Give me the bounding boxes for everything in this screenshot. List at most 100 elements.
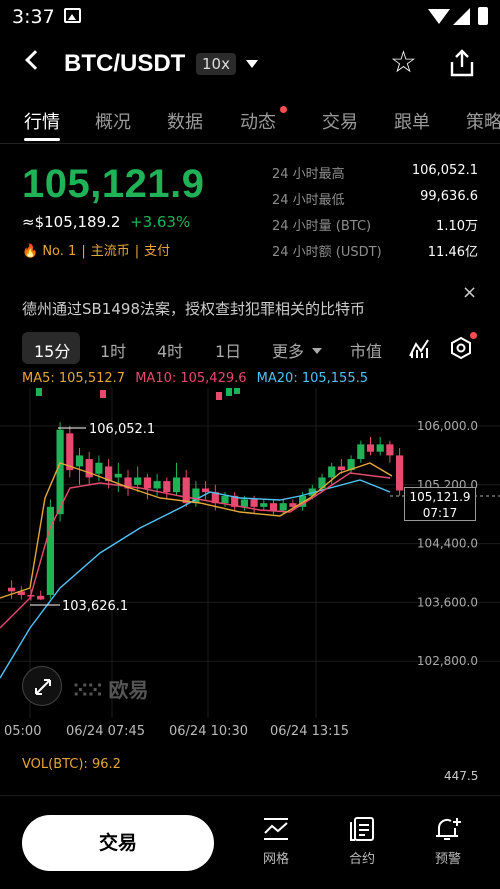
candle-body (85, 459, 93, 478)
price-change-percent: +3.63% (130, 213, 191, 231)
candle-body (250, 499, 258, 507)
trade-button[interactable]: 交易 (22, 815, 214, 871)
tab-bar: 行情 概况 数据 动态 交易 跟单 策略 (0, 98, 500, 144)
candle-body (386, 444, 394, 456)
grid-nav[interactable]: 网格 (246, 816, 306, 867)
candle-body (163, 481, 171, 493)
news-ticker[interactable]: 德州通过SB1498法案，授权查封犯罪相关的比特币 (0, 292, 500, 320)
tab-feed[interactable]: 动态 (240, 108, 276, 134)
back-arrow-icon[interactable] (25, 50, 45, 70)
contract-icon (350, 817, 374, 841)
ma5-value: MA5: 105,512.7 (22, 371, 126, 386)
candle-body (279, 503, 287, 511)
tab-data[interactable]: 数据 (167, 108, 203, 134)
24h-stats: 24 小时最高 106,052.1 24 小时最低 99,636.6 24 小时量 … (272, 163, 478, 267)
timeframe-1h[interactable]: 1时 (100, 338, 126, 362)
asset-tags: 🔥 No. 1 | 主流币 | 支付 (22, 244, 171, 259)
candle-body (172, 477, 181, 493)
futures-label: 合约 (348, 852, 375, 867)
y-tick-label: 104,400.0 (417, 537, 478, 551)
last-price-tag: 105,121.9 07:17 (404, 487, 476, 521)
ma20-value: MA20: 105,155.5 (256, 371, 368, 386)
tab-copy-trading[interactable]: 跟单 (394, 108, 430, 134)
tab-strategy[interactable]: 策略 (466, 108, 500, 134)
active-tab-indicator (24, 138, 60, 141)
tag-mainstream[interactable]: 主流币 (91, 244, 130, 259)
timeframe-more[interactable]: 更多 (272, 338, 304, 362)
tab-trade[interactable]: 交易 (322, 108, 358, 134)
candle-body (202, 488, 210, 493)
x-tick-label: 06/24 07:45 (66, 724, 146, 739)
ma-legend: MA5: 105,512.7 MA10: 105,429.6 MA20: 105… (22, 371, 368, 386)
fullscreen-button[interactable] (22, 666, 62, 706)
volume-bar (100, 390, 106, 398)
indicator-icon[interactable] (408, 336, 432, 360)
candle-body (337, 466, 345, 471)
grid-label: 网格 (262, 852, 289, 867)
candle-body (153, 481, 161, 489)
candle-body (328, 466, 336, 478)
favorite-star-icon[interactable]: ☆ (390, 48, 417, 78)
settings-hex-icon[interactable] (449, 336, 473, 360)
low-price-label: 103,626.1 (62, 599, 128, 614)
share-icon[interactable] (448, 48, 476, 78)
grid-trading-icon (264, 818, 288, 840)
volume-bar (36, 388, 42, 396)
pair-dropdown-icon[interactable] (246, 60, 258, 68)
candle-body (376, 444, 384, 452)
candle-body (114, 473, 122, 478)
tab-market[interactable]: 行情 (24, 108, 60, 134)
candle-body (240, 499, 248, 507)
candle-body (37, 595, 45, 600)
tab-overview[interactable]: 概况 (95, 108, 131, 134)
status-bar: 3:37 (0, 0, 500, 36)
candle-countdown: 07:17 (422, 506, 458, 520)
candle-body (66, 433, 74, 471)
volume-label: VOL(BTC): 96.2 (22, 757, 121, 772)
alert-nav[interactable]: 预警 (418, 816, 478, 867)
tag-rank[interactable]: No. 1 (42, 244, 76, 259)
tag-payment[interactable]: 支付 (144, 244, 170, 259)
wifi-icon (428, 9, 450, 24)
volume-bar (226, 388, 232, 396)
candle-body (366, 444, 375, 452)
okx-watermark: ⁙⁙ 欧易 (72, 674, 148, 703)
candle-body (134, 477, 142, 485)
y-tick-label: 103,600.0 (417, 595, 478, 609)
candle-body (318, 477, 326, 489)
candle-body (269, 503, 278, 511)
cell-signal-icon (453, 8, 470, 25)
volume-max-label: 447.5 (444, 769, 479, 783)
close-icon[interactable]: × (462, 282, 477, 303)
alert-label: 预警 (434, 852, 461, 867)
x-tick-label: 06/24 13:15 (270, 724, 350, 739)
futures-nav[interactable]: 合约 (332, 816, 392, 867)
timeframe-4h[interactable]: 4时 (157, 338, 183, 362)
volume-bar (234, 388, 240, 394)
leverage-badge[interactable]: 10x (196, 53, 236, 75)
last-price-tag-value: 105,121.9 (409, 490, 471, 504)
bottom-action-bar: 交易 网格 合约 预警 (0, 795, 500, 889)
okx-logo-icon: ⁙⁙ (72, 678, 103, 702)
timeframe-15m[interactable]: 15分 (34, 338, 70, 362)
candle-body (357, 444, 365, 460)
chevron-down-icon (312, 348, 322, 354)
expand-icon (35, 679, 51, 695)
timeframe-1d[interactable]: 1日 (215, 338, 241, 362)
candle-body (182, 477, 190, 504)
news-headline[interactable]: 德州通过SB1498法案，授权查封犯罪相关的比特币 (22, 298, 365, 319)
watermark-text: 欧易 (108, 678, 149, 702)
x-tick-label: 05:00 (4, 724, 42, 739)
usd-equivalent: ≈$105,189.2 (22, 213, 121, 231)
y-tick-label: 106,000.0 (417, 419, 478, 433)
market-cap-toggle[interactable]: 市值 (350, 338, 382, 362)
candle-body (221, 495, 229, 504)
stat-row: 24 小时最低 99,636.6 (272, 189, 478, 208)
settings-notification-dot (470, 332, 477, 339)
candle-body (143, 477, 151, 489)
bell-plus-icon (436, 818, 461, 840)
pair-title[interactable]: BTC/USDT (64, 50, 185, 78)
feed-notification-dot (280, 106, 287, 113)
x-tick-label: 06/24 10:30 (169, 724, 249, 739)
high-price-label: 106,052.1 (89, 422, 155, 437)
